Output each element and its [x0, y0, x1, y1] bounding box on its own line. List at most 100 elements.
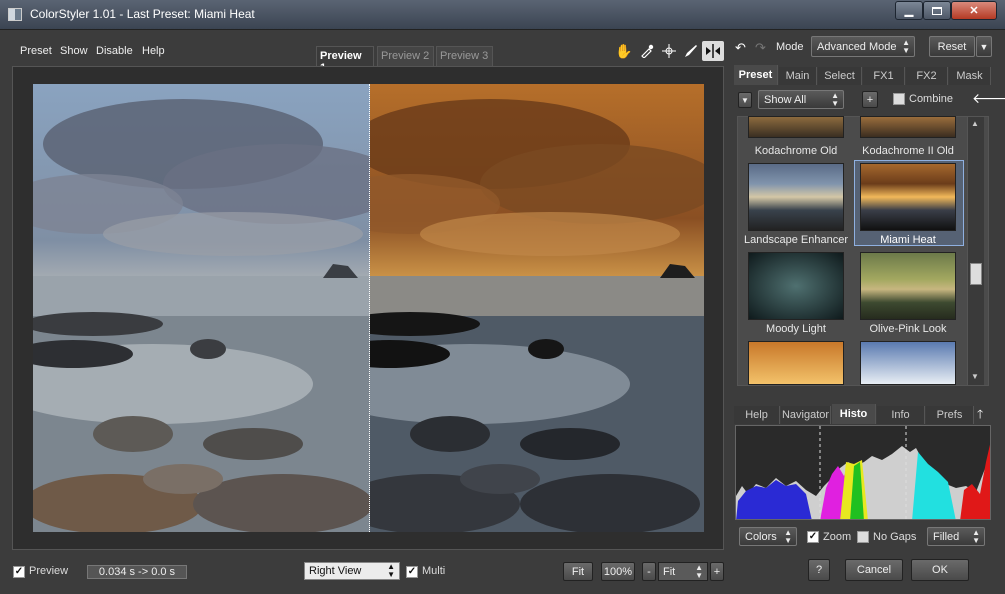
minimize-button[interactable]: ▁: [895, 1, 923, 20]
redo-icon[interactable]: ↷: [755, 40, 766, 56]
preset-label[interactable]: Moody Light: [737, 323, 855, 335]
close-icon: ✕: [969, 5, 979, 17]
brush-icon[interactable]: [681, 41, 701, 61]
mode-select-value: Advanced Mode: [817, 40, 897, 53]
zoom-checkbox[interactable]: ✓: [807, 531, 819, 543]
eyedropper-icon[interactable]: [637, 41, 657, 61]
window-title: ColorStyler 1.01 - Last Preset: Miami He…: [30, 7, 255, 21]
tab-select[interactable]: Select: [818, 67, 862, 85]
show-filter-value: Show All: [764, 93, 807, 106]
scroll-down-icon[interactable]: ▼: [971, 372, 979, 381]
menu-show[interactable]: Show: [60, 45, 88, 57]
mode-label: Mode: [776, 41, 804, 53]
histo-colors-value: Colors: [745, 530, 777, 543]
preset-thumb-partial[interactable]: [860, 341, 956, 385]
tab-mask[interactable]: Mask: [949, 67, 991, 85]
preset-thumb-kodachrome-ii-old[interactable]: [860, 116, 956, 138]
cancel-button[interactable]: Cancel: [845, 559, 903, 581]
preset-label[interactable]: Olive-Pink Look: [849, 323, 967, 335]
tab-preset[interactable]: Preset: [734, 65, 778, 85]
tab-fx1[interactable]: FX1: [863, 67, 905, 85]
no-gaps-checkbox[interactable]: [857, 531, 869, 543]
close-button[interactable]: ✕: [951, 1, 997, 20]
preset-label[interactable]: Kodachrome Old: [737, 145, 855, 157]
tab-main[interactable]: Main: [779, 67, 817, 85]
zoom-in-button[interactable]: +: [710, 562, 724, 581]
split-divider[interactable]: [369, 84, 370, 532]
spinner-arrows-icon: ▲ ▼: [784, 527, 792, 545]
preview-image[interactable]: [33, 84, 704, 532]
preset-thumb-olive-pink-look[interactable]: [860, 252, 956, 320]
scroll-thumb[interactable]: [970, 263, 982, 285]
combine-checkbox[interactable]: [893, 93, 905, 105]
preset-label[interactable]: Landscape Enhancer: [737, 234, 855, 246]
tab-preview-3[interactable]: Preview 3: [436, 46, 493, 66]
add-preset-button[interactable]: +: [862, 91, 878, 108]
preset-thumb-kodachrome-old[interactable]: [748, 116, 844, 138]
preset-thumb-moody-light[interactable]: [748, 252, 844, 320]
preset-label[interactable]: Kodachrome II Old: [849, 145, 967, 157]
spinner-arrows-icon: ▲ ▼: [695, 562, 703, 580]
preview-checkbox[interactable]: ✓: [13, 566, 25, 578]
reset-button[interactable]: Reset: [929, 36, 975, 57]
tab-preview-2[interactable]: Preview 2: [377, 46, 434, 66]
chevron-down-icon: ▼: [741, 95, 749, 105]
preset-scrollbar[interactable]: ▲ ▼: [967, 117, 984, 385]
crosshair-icon[interactable]: [659, 41, 679, 61]
view-select[interactable]: Right View ▲ ▼: [304, 562, 400, 580]
view-select-value: Right View: [309, 565, 362, 577]
preset-thumb-landscape-enhancer[interactable]: [748, 163, 844, 231]
timing-display: 0.034 s -> 0.0 s: [87, 565, 187, 579]
tab-navigator[interactable]: Navigator: [781, 406, 831, 424]
original-image-half: [33, 84, 370, 532]
spinner-arrows-icon: ▲ ▼: [902, 37, 910, 55]
spinner-arrows-icon: ▲ ▼: [831, 90, 839, 108]
chevron-down-icon: ▼: [979, 41, 989, 52]
reset-dropdown-button[interactable]: ▼: [976, 36, 992, 57]
undo-icon[interactable]: ↶: [735, 40, 746, 56]
combine-label: Combine: [909, 93, 954, 105]
menu-preset[interactable]: Preset: [20, 45, 52, 57]
histo-fill-value: Filled: [933, 530, 960, 543]
preset-menu-button[interactable]: ▼: [738, 92, 752, 108]
zoom-select-value: Fit: [663, 565, 676, 578]
histo-fill-select[interactable]: Filled ▲ ▼: [927, 527, 985, 546]
histo-colors-select[interactable]: Colors ▲ ▼: [739, 527, 797, 546]
spinner-arrows-icon: ▲ ▼: [387, 562, 395, 579]
zoom-select[interactable]: Fit ▲ ▼: [658, 562, 708, 581]
zoom-label: Zoom: [823, 531, 852, 543]
tab-histo[interactable]: Histo: [832, 404, 876, 424]
preview-label: Preview: [29, 565, 69, 577]
maximize-button[interactable]: [923, 1, 951, 20]
hand-tool-icon[interactable]: ✋: [614, 41, 634, 61]
preset-label-selected[interactable]: Miami Heat: [849, 234, 967, 246]
mode-select[interactable]: Advanced Mode ▲ ▼: [811, 36, 915, 57]
menu-disable[interactable]: Disable: [96, 45, 133, 57]
maximize-icon: [932, 6, 942, 15]
tab-info[interactable]: Info: [877, 406, 925, 424]
back-arrow-icon[interactable]: 🡐: [972, 90, 1005, 107]
preset-thumb-miami-heat[interactable]: [860, 163, 956, 231]
multi-label: Multi: [422, 565, 446, 577]
preset-thumb-partial[interactable]: [748, 341, 844, 385]
minimize-icon: ▁: [904, 5, 914, 17]
app-icon: [8, 8, 22, 21]
ok-button[interactable]: OK: [911, 559, 969, 581]
up-arrow-icon[interactable]: 🡑: [977, 405, 983, 426]
scroll-up-icon[interactable]: ▲: [971, 119, 979, 128]
tab-help[interactable]: Help: [734, 406, 780, 424]
menu-help[interactable]: Help: [142, 45, 165, 57]
multi-checkbox[interactable]: ✓: [406, 566, 418, 578]
histogram: [735, 425, 991, 520]
help-button[interactable]: ?: [808, 559, 830, 581]
show-filter-select[interactable]: Show All ▲ ▼: [758, 90, 844, 109]
tab-prefs[interactable]: Prefs: [926, 406, 974, 424]
split-view-icon[interactable]: [702, 41, 724, 61]
styled-image-half: [370, 84, 704, 532]
tab-preview-1[interactable]: Preview 1: [316, 46, 374, 74]
zoom-100-button[interactable]: 100%: [601, 562, 635, 581]
tab-fx2[interactable]: FX2: [906, 67, 948, 85]
spinner-arrows-icon: ▲ ▼: [972, 527, 980, 545]
zoom-out-button[interactable]: -: [642, 562, 656, 581]
fit-button[interactable]: Fit: [563, 562, 593, 581]
